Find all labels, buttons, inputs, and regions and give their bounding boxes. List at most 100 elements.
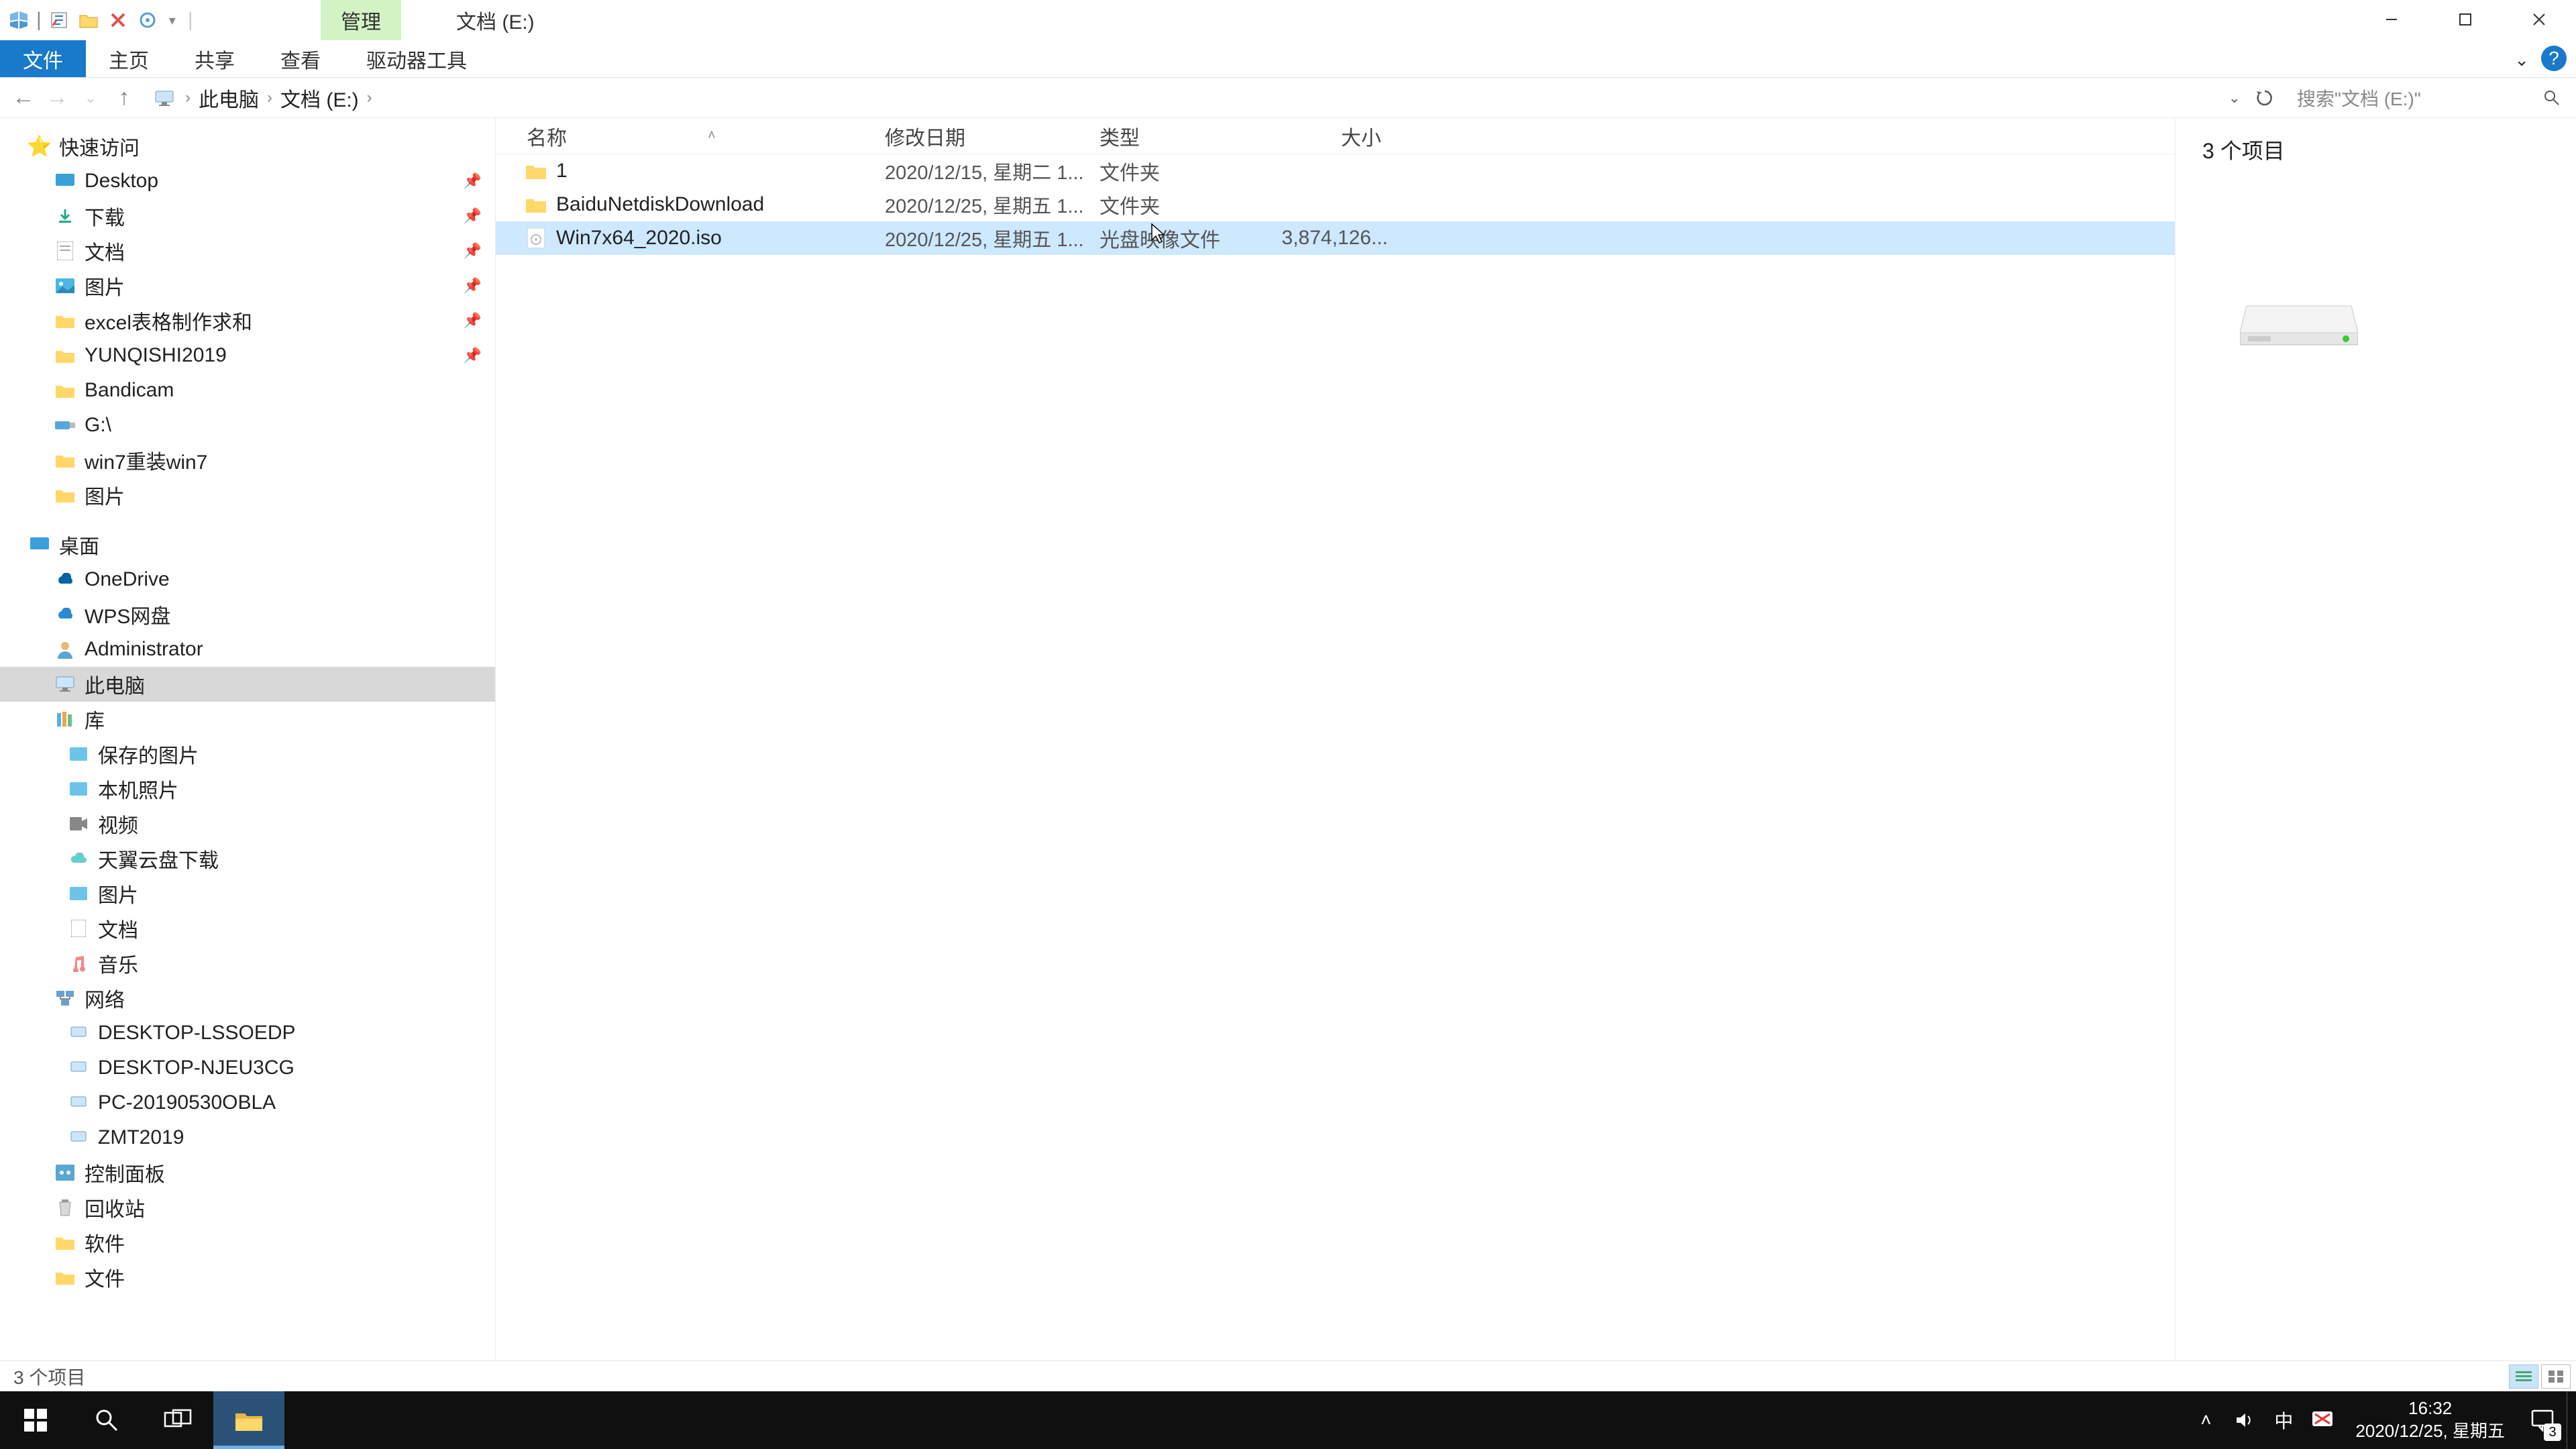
tree-win7[interactable]: win7重装win7 — [0, 443, 495, 478]
tab-share[interactable]: 共享 — [172, 40, 258, 77]
clock[interactable]: 16:32 2020/12/25, 星期五 — [2342, 1397, 2518, 1443]
help-icon[interactable]: ? — [2541, 46, 2567, 71]
breadcrumb-pc-icon — [154, 89, 177, 107]
show-desktop-button[interactable] — [2567, 1391, 2576, 1449]
notifications-button[interactable]: 3 — [2518, 1391, 2567, 1449]
view-icons-button[interactable] — [2541, 1364, 2571, 1389]
tab-drivetools[interactable]: 驱动器工具 — [343, 40, 490, 77]
tree-pics3[interactable]: 图片 — [0, 876, 495, 911]
tree-pc1[interactable]: DESKTOP-LSSOEDP — [0, 1016, 495, 1051]
tray-app-icon[interactable] — [2303, 1391, 2342, 1449]
col-date[interactable]: 修改日期 — [885, 121, 1099, 151]
pin-icon: 📌 — [464, 207, 482, 225]
tree-files[interactable]: 文件 — [0, 1260, 495, 1295]
task-view-button[interactable] — [142, 1391, 213, 1449]
address-dropdown-icon[interactable]: ⌄ — [2220, 89, 2249, 107]
close-button[interactable] — [2502, 0, 2576, 39]
tree-control-panel[interactable]: 控制面板 — [0, 1155, 495, 1190]
minimize-button[interactable] — [2355, 0, 2428, 39]
qat-delete-icon[interactable] — [106, 8, 130, 32]
tree-library[interactable]: 库 — [0, 702, 495, 737]
tree-camera-roll[interactable]: 本机照片 — [0, 771, 495, 806]
tree-bandicam[interactable]: Bandicam — [0, 373, 495, 408]
folder-icon — [54, 309, 76, 332]
notif-badge: 3 — [2544, 1424, 2561, 1441]
tree-pics2[interactable]: 图片 — [0, 478, 495, 513]
tree-software[interactable]: 软件 — [0, 1225, 495, 1260]
nav-back-button[interactable]: ← — [7, 81, 40, 115]
col-size[interactable]: 大小 — [1281, 121, 1388, 151]
tree-network[interactable]: 网络 — [0, 981, 495, 1016]
control-icon — [54, 1161, 76, 1184]
search-input[interactable]: 搜索"文档 (E:)" — [2288, 83, 2569, 113]
nav-forward-button[interactable]: → — [40, 81, 74, 115]
file-row[interactable]: BaiduNetdiskDownload 2020/12/25, 星期五 1..… — [496, 188, 2175, 221]
tree-downloads[interactable]: 下载📌 — [0, 199, 495, 233]
qat-settings-icon[interactable] — [136, 8, 160, 32]
pics-icon — [67, 777, 90, 800]
crumb-thispc[interactable]: 此电脑 — [199, 83, 259, 113]
pics-icon — [67, 743, 90, 765]
file-list-pane[interactable]: 名称˄ 修改日期 类型 大小 1 2020/12/15, 星期二 1... 文件… — [495, 118, 2175, 1360]
view-details-button[interactable] — [2509, 1364, 2538, 1389]
pin-icon: 📌 — [464, 347, 482, 364]
tree-tianyi[interactable]: 天翼云盘下载 — [0, 841, 495, 876]
library-icon — [54, 708, 76, 731]
tree-pc3[interactable]: PC-20190530OBLA — [0, 1085, 495, 1120]
file-explorer-taskbar[interactable] — [213, 1391, 284, 1449]
network-icon — [54, 987, 76, 1010]
crumb-drive[interactable]: 文档 (E:) — [280, 83, 359, 113]
pc-icon — [54, 673, 76, 696]
tree-wps[interactable]: WPS网盘 — [0, 597, 495, 632]
tree-admin[interactable]: Administrator — [0, 632, 495, 667]
maximize-button[interactable] — [2428, 0, 2502, 39]
start-button[interactable] — [0, 1391, 71, 1449]
file-row[interactable]: Win7x64_2020.iso 2020/12/25, 星期五 1... 光盘… — [496, 221, 2175, 255]
tray-chevron-icon[interactable]: ˄ — [2186, 1391, 2225, 1449]
app-icon[interactable] — [7, 8, 31, 32]
tree-yunqishi[interactable]: YUNQISHI2019📌 — [0, 338, 495, 373]
file-row[interactable]: 1 2020/12/15, 星期二 1... 文件夹 — [496, 154, 2175, 188]
nav-tree[interactable]: ⭐快速访问 Desktop📌 下载📌 文档📌 图片📌 excel表格制作求和📌 … — [0, 118, 495, 1360]
tree-quick-access[interactable]: ⭐快速访问 — [0, 129, 495, 164]
tree-docs[interactable]: 文档📌 — [0, 233, 495, 268]
tree-pc4[interactable]: ZMT2019 — [0, 1120, 495, 1155]
tree-pics[interactable]: 图片📌 — [0, 268, 495, 303]
col-type[interactable]: 类型 — [1099, 121, 1281, 151]
tree-music[interactable]: 音乐 — [0, 946, 495, 981]
title-bar: | ▾ | 管理 文档 (E:) — [0, 0, 2576, 40]
qat-properties-icon[interactable] — [47, 8, 71, 32]
volume-icon[interactable] — [2225, 1391, 2264, 1449]
tab-home[interactable]: 主页 — [86, 40, 172, 77]
search-button[interactable] — [71, 1391, 142, 1449]
tree-pc2[interactable]: DESKTOP-NJEU3CG — [0, 1051, 495, 1085]
folder-icon — [54, 1231, 76, 1254]
ribbon-expand-icon[interactable]: ⌄ — [2514, 50, 2529, 70]
column-headers[interactable]: 名称˄ 修改日期 类型 大小 — [496, 118, 2175, 154]
music-icon — [67, 952, 90, 975]
qat-newfolder-icon[interactable] — [76, 8, 101, 32]
tree-saved-pics[interactable]: 保存的图片 — [0, 737, 495, 771]
nav-up-button[interactable]: ↑ — [107, 81, 141, 115]
tree-videos[interactable]: 视频 — [0, 806, 495, 841]
tree-this-pc[interactable]: 此电脑 — [0, 667, 495, 702]
nav-history-dropdown[interactable]: ⌄ — [74, 81, 107, 115]
tree-desktop[interactable]: Desktop📌 — [0, 164, 495, 199]
system-tray[interactable]: ˄ 中 16:32 2020/12/25, 星期五 3 — [2186, 1391, 2576, 1449]
tree-g-drive[interactable]: G:\ — [0, 408, 495, 443]
tab-view[interactable]: 查看 — [258, 40, 343, 77]
tree-excel[interactable]: excel表格制作求和📌 — [0, 303, 495, 338]
pics-icon — [54, 274, 76, 297]
tree-onedrive[interactable]: OneDrive — [0, 562, 495, 597]
taskbar[interactable]: ˄ 中 16:32 2020/12/25, 星期五 3 — [0, 1391, 2576, 1449]
refresh-button[interactable] — [2249, 82, 2281, 114]
ime-indicator[interactable]: 中 — [2264, 1391, 2303, 1449]
tree-desktop-cn[interactable]: 桌面 — [0, 527, 495, 562]
tree-recycle[interactable]: 回收站 — [0, 1190, 495, 1225]
tree-docs2[interactable]: 文档 — [0, 911, 495, 946]
tab-file[interactable]: 文件 — [0, 40, 86, 77]
breadcrumb[interactable]: › 此电脑 › 文档 (E:) › — [141, 83, 2220, 113]
pc-icon — [67, 1091, 90, 1114]
col-name[interactable]: 名称˄ — [496, 121, 885, 151]
folder-icon — [54, 344, 76, 367]
